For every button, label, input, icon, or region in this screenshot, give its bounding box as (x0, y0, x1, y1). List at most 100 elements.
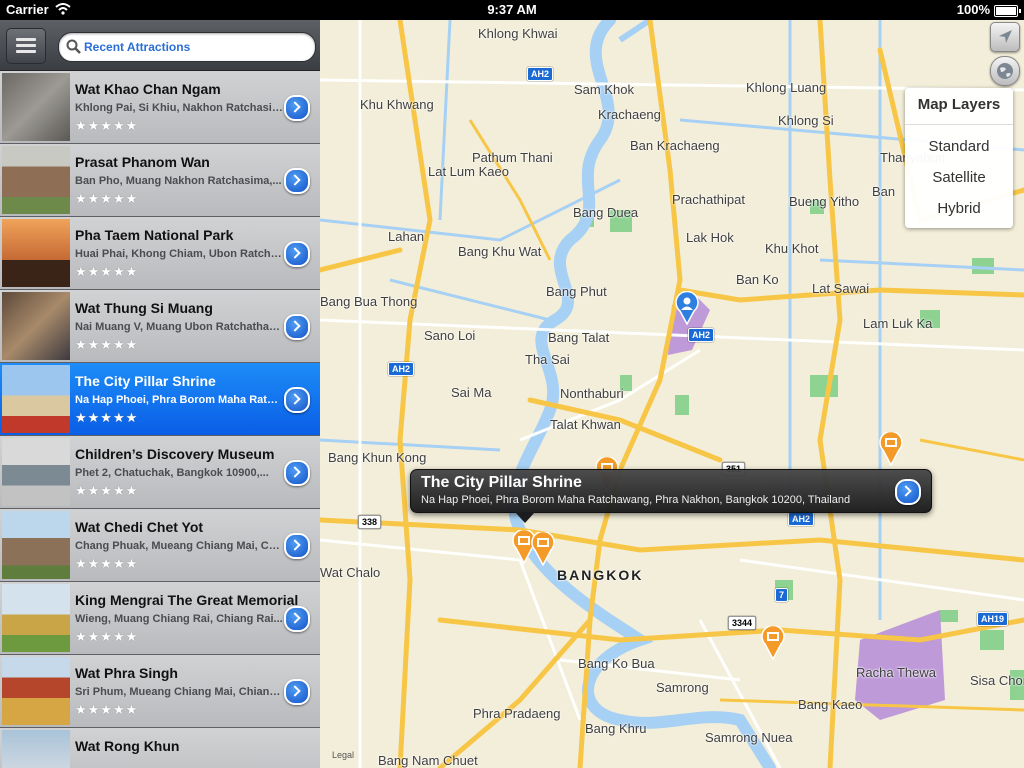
map-label: Ban (872, 184, 896, 199)
disclosure-button[interactable] (284, 168, 310, 194)
item-title: Pha Taem National Park (75, 227, 234, 243)
list-item[interactable]: Wat Khao Chan Ngam Khlong Pai, Si Khiu, … (0, 71, 320, 144)
item-title: Prasat Phanom Wan (75, 154, 210, 170)
map-label: Bang Talat (548, 330, 610, 345)
item-title: King Mengrai The Great Memorial (75, 592, 299, 608)
list-item[interactable]: Wat Phra Singh Sri Phum, Mueang Chiang M… (0, 655, 320, 728)
layer-option-satellite[interactable]: Satellite (905, 169, 1013, 186)
map-label: Sam Khok (574, 82, 634, 97)
rating-stars: ★★★★★ (75, 410, 139, 425)
attraction-pin[interactable] (530, 532, 556, 566)
callout-disclosure-button[interactable] (895, 479, 921, 505)
thumbnail-image (2, 657, 70, 725)
map-label: Bang Ko Bua (578, 656, 655, 671)
item-address: Wieng, Muang Chiang Rai, Chiang Rai... (75, 613, 283, 625)
map-label: Bang Khun Kong (328, 450, 427, 465)
map-label: Sai Ma (451, 385, 492, 400)
status-time: 9:37 AM (487, 2, 537, 17)
hamburger-icon-bar (16, 44, 36, 47)
disclosure-button[interactable] (284, 314, 310, 340)
thumbnail-image (2, 292, 70, 360)
map-label: Bueng Yitho (789, 194, 860, 209)
search-field[interactable]: Recent Attractions (58, 32, 316, 62)
map-label: Samrong (656, 680, 709, 695)
map-label: Wat Chalo (320, 565, 381, 580)
item-address: Chang Phuak, Mueang Chiang Mai, Chiang M… (75, 540, 283, 552)
attraction-list: ★★★★★ Wat Khao Chan Ngam Khlong Pai, Si … (0, 20, 320, 768)
search-text: Recent Attractions (84, 40, 191, 54)
rating-stars: ★★★★★ (75, 191, 139, 206)
map-label: Lat Lum Kaeo (428, 164, 509, 179)
list-item[interactable]: Wat Chedi Chet Yot Chang Phuak, Mueang C… (0, 509, 320, 582)
disclosure-button[interactable] (284, 460, 310, 486)
item-title: The City Pillar Shrine (75, 373, 216, 389)
map-label: Bang Nam Chuet (378, 753, 478, 768)
item-address: Khlong Pai, Si Khiu, Nakhon Ratchasima,.… (75, 102, 283, 114)
rating-stars: ★★★★★ (75, 556, 139, 571)
map-label: Lat Sawai (812, 281, 870, 296)
callout-title: The City Pillar Shrine (421, 474, 582, 491)
map-label: Lak Hok (686, 230, 734, 245)
highway-shield: AH2 (788, 512, 815, 526)
map-label: Bang Duea (573, 205, 639, 220)
map-label: Khlong Luang (746, 80, 827, 95)
list-item[interactable]: King Mengrai The Great Memorial Wieng, M… (0, 582, 320, 655)
disclosure-button[interactable] (284, 679, 310, 705)
thumbnail-image (2, 73, 70, 141)
thumbnail-image (2, 511, 70, 579)
disclosure-button[interactable] (284, 241, 310, 267)
globe-icon (997, 63, 1013, 79)
map-view[interactable]: Khlong Khwai Sam Khok Khlong Luang Khu K… (320, 20, 1024, 768)
thumbnail-image (2, 219, 70, 287)
layer-option-standard[interactable]: Standard (905, 138, 1013, 155)
hamburger-icon-bar (16, 50, 36, 53)
route-shield: 3344 (728, 616, 757, 630)
highway-shield: AH2 (688, 328, 715, 342)
item-title: Children’s Discovery Museum (75, 446, 275, 462)
map-label: Prachathipat (672, 192, 745, 207)
item-address: Sri Phum, Mueang Chiang Mai, Chiang Mai.… (75, 686, 283, 698)
list-item[interactable]: Wat Thung Si Muang Nai Muang V, Muang Ub… (0, 290, 320, 363)
map-label: Khu Khot (765, 241, 819, 256)
thumbnail-image (2, 730, 70, 768)
list-item[interactable]: Children’s Discovery Museum Phet 2, Chat… (0, 436, 320, 509)
legal-link[interactable]: Legal (332, 750, 354, 760)
annotation-callout[interactable]: The City Pillar Shrine Na Hap Phoei, Phr… (410, 469, 932, 523)
map-label: Bang Bua Thong (320, 294, 418, 309)
map-label: Bang Khu Wat (458, 244, 542, 259)
attraction-pin[interactable] (878, 432, 904, 466)
map-label: Sisa Chorakhe (970, 673, 1024, 688)
thumbnail-image (2, 365, 70, 433)
attraction-pin[interactable] (760, 626, 786, 660)
map-label: Talat Khwan (550, 417, 621, 432)
current-location-button[interactable] (990, 22, 1020, 52)
route-shield: 7 (775, 588, 789, 602)
map-label: Bang Khru (585, 721, 647, 736)
disclosure-button[interactable] (284, 533, 310, 559)
map-layers-button[interactable] (990, 56, 1020, 86)
list-item[interactable]: Pha Taem National Park Huai Phai, Khong … (0, 217, 320, 290)
item-address: Nai Muang V, Muang Ubon Ratchathani... (75, 321, 283, 333)
highway-shield: AH2 (527, 67, 554, 81)
rating-stars: ★★★★★ (75, 483, 139, 498)
menu-button[interactable] (6, 28, 46, 64)
user-location-pin[interactable] (674, 291, 700, 325)
map-label: Ban Krachaeng (630, 138, 720, 153)
item-address: Phet 2, Chatuchak, Bangkok 10900,... (75, 467, 269, 479)
map-label: Nonthaburi (560, 386, 624, 401)
attractions-sidebar: Recent Attractions ★★★★★ Wat Khao Chan N… (0, 20, 320, 768)
battery-percent: 100% (956, 2, 990, 17)
disclosure-button[interactable] (284, 606, 310, 632)
route-shield: 338 (358, 515, 382, 529)
layer-option-hybrid[interactable]: Hybrid (905, 200, 1013, 217)
item-address: Na Hap Phoei, Phra Borom Maha Ratchawang… (75, 394, 283, 406)
thumbnail-image (2, 438, 70, 506)
disclosure-button[interactable] (284, 387, 310, 413)
list-item[interactable]: Wat Rong Khun (0, 728, 320, 768)
item-title: Wat Khao Chan Ngam (75, 81, 221, 97)
map-label: Bang Kaeo (798, 697, 863, 712)
list-item-selected[interactable]: The City Pillar Shrine Na Hap Phoei, Phr… (0, 363, 320, 436)
disclosure-button[interactable] (284, 95, 310, 121)
list-item[interactable]: Prasat Phanom Wan Ban Pho, Muang Nakhon … (0, 144, 320, 217)
map-label: Ban Ko (736, 272, 779, 287)
